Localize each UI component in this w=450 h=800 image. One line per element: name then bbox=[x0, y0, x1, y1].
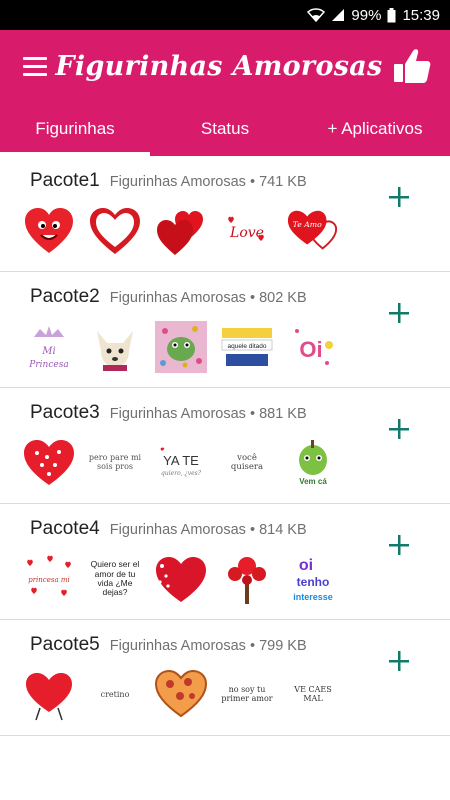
svg-text:Te Amo: Te Amo bbox=[293, 220, 322, 229]
half-heart-icon bbox=[154, 552, 208, 606]
mi-princesa-icon: Mi Princesa bbox=[22, 320, 76, 374]
svg-text:oi: oi bbox=[299, 557, 313, 574]
svg-text:Mi: Mi bbox=[41, 346, 55, 357]
dotted-heart-icon bbox=[22, 436, 76, 490]
pizza-heart-icon bbox=[154, 668, 208, 722]
svg-text:Oi: Oi bbox=[299, 337, 322, 362]
pack-row[interactable]: Pacote3 Figurinhas Amorosas • 881 KB per… bbox=[0, 388, 450, 504]
svg-text:Love: Love bbox=[229, 225, 264, 241]
pack-row[interactable]: Pacote5 Figurinhas Amorosas • 799 KB cre… bbox=[0, 620, 450, 736]
tab-figurinhas[interactable]: Figurinhas bbox=[0, 102, 150, 156]
add-pack-button[interactable] bbox=[384, 414, 414, 444]
oi-sticker-icon: Oi bbox=[286, 320, 340, 374]
pack-meta: Figurinhas Amorosas • 802 KB bbox=[109, 290, 307, 306]
svg-text:tenho: tenho bbox=[297, 575, 330, 589]
signal-icon bbox=[331, 8, 345, 22]
tab-bar: Figurinhas Status + Aplicativos bbox=[0, 102, 450, 156]
cretino-text-icon: cretino bbox=[100, 689, 130, 699]
sticker-pack-list: Pacote1 Figurinhas Amorosas • 741 KB Lov… bbox=[0, 156, 450, 736]
tab-aplicativos[interactable]: + Aplicativos bbox=[300, 102, 450, 156]
pack-meta: Figurinhas Amorosas • 881 KB bbox=[109, 406, 307, 422]
tab-status[interactable]: Status bbox=[150, 102, 300, 156]
pack-meta: Figurinhas Amorosas • 799 KB bbox=[109, 638, 307, 654]
svg-text:YA TE: YA TE bbox=[163, 453, 199, 468]
svg-text:quiero, ¿ves?: quiero, ¿ves? bbox=[161, 470, 202, 477]
pack-name: Pacote1 bbox=[30, 170, 100, 191]
pack-meta: Figurinhas Amorosas • 741 KB bbox=[109, 174, 307, 190]
pack-name: Pacote4 bbox=[30, 518, 100, 539]
battery-icon bbox=[387, 7, 396, 23]
frog-hearts-icon bbox=[154, 320, 208, 374]
te-amo-heart-icon: Te Amo bbox=[286, 204, 340, 258]
add-pack-button[interactable] bbox=[384, 298, 414, 328]
pack-row[interactable]: Pacote1 Figurinhas Amorosas • 741 KB Lov… bbox=[0, 156, 450, 272]
wifi-icon bbox=[307, 8, 326, 22]
pack-name: Pacote5 bbox=[30, 634, 100, 655]
svg-text:Vem cá: Vem cá bbox=[299, 477, 327, 486]
add-pack-button[interactable] bbox=[384, 182, 414, 212]
oi-tenho-icon: oi tenho interesse bbox=[286, 552, 340, 606]
pack-row[interactable]: Pacote4 Figurinhas Amorosas • 814 KB pri… bbox=[0, 504, 450, 620]
love-text-icon: Love bbox=[220, 204, 274, 258]
voce-quisera-icon: você quisera bbox=[230, 452, 264, 472]
heart-tree-icon bbox=[220, 552, 274, 606]
small-hearts-icon: princesa mi bbox=[22, 552, 76, 606]
add-pack-button[interactable] bbox=[384, 646, 414, 676]
heart-character-icon bbox=[22, 668, 76, 722]
app-title: Figurinhas Amorosas bbox=[55, 50, 383, 82]
quiero-ser-icon: Quiero ser el amor de tu vida ¿Me dejas? bbox=[90, 559, 140, 598]
heart-face-icon bbox=[22, 204, 76, 258]
clock: 15:39 bbox=[402, 6, 440, 24]
app-bar: Figurinhas Amorosas bbox=[0, 30, 450, 102]
battery-level: 99% bbox=[351, 6, 382, 24]
add-pack-button[interactable] bbox=[384, 530, 414, 560]
pack-row[interactable]: Pacote2 Figurinhas Amorosas • 802 KB Mi P… bbox=[0, 272, 450, 388]
outline-heart-icon bbox=[88, 204, 142, 258]
quote-sticker-icon: aquele ditado bbox=[220, 320, 274, 374]
status-bar: 99% 15:39 bbox=[0, 0, 450, 30]
pack-name: Pacote2 bbox=[30, 286, 100, 307]
ve-caes-text-icon: VE CAES MAL bbox=[294, 685, 332, 703]
thumbs-up-icon[interactable] bbox=[390, 44, 434, 88]
ya-te-icon: YA TE quiero, ¿ves? bbox=[154, 436, 208, 490]
svg-text:interesse: interesse bbox=[293, 592, 333, 602]
dog-photo-icon bbox=[88, 320, 142, 374]
apple-character-icon: Vem cá bbox=[286, 436, 340, 490]
no-soy-text-icon: no soy tu primer amor bbox=[221, 685, 273, 703]
double-heart-icon bbox=[154, 204, 208, 258]
pack-meta: Figurinhas Amorosas • 814 KB bbox=[109, 522, 307, 538]
pack-name: Pacote3 bbox=[30, 402, 100, 423]
nobody-text-icon: pero pare mi sois pros bbox=[88, 453, 142, 471]
svg-text:princesa mi: princesa mi bbox=[28, 576, 70, 584]
svg-text:Princesa: Princesa bbox=[28, 360, 68, 370]
svg-text:aquele ditado: aquele ditado bbox=[227, 343, 266, 350]
